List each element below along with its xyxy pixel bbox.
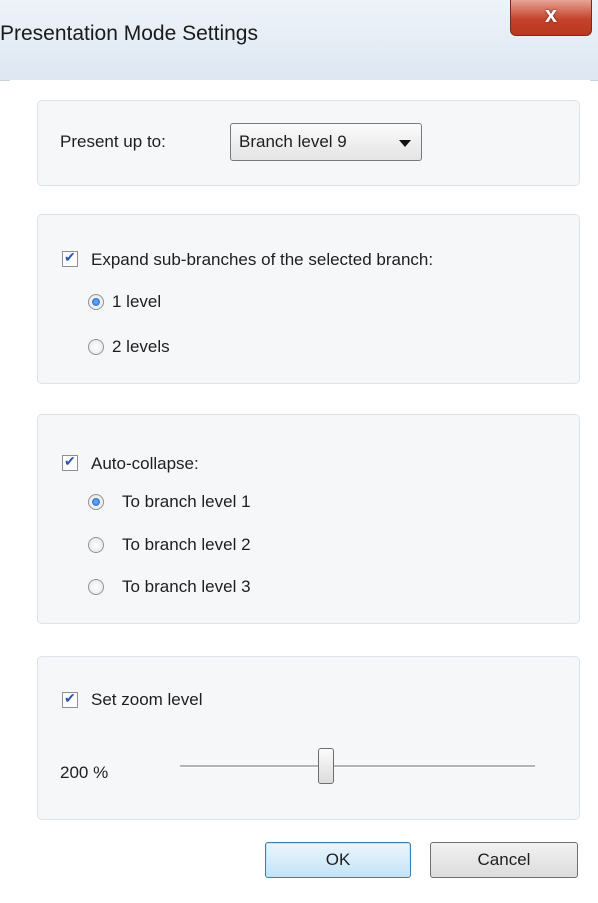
title-bar: Presentation Mode Settings x bbox=[0, 0, 598, 81]
present-label: Present up to: bbox=[60, 132, 166, 151]
expand-radio-1-level[interactable] bbox=[88, 294, 104, 310]
collapse-option-level-2: To branch level 2 bbox=[122, 535, 251, 554]
ok-button[interactable]: OK bbox=[265, 842, 411, 878]
auto-collapse-label: Auto-collapse: bbox=[91, 454, 199, 473]
collapse-radio-level-1[interactable] bbox=[88, 494, 104, 510]
cancel-button[interactable]: Cancel bbox=[430, 842, 578, 878]
collapse-radio-level-2[interactable] bbox=[88, 537, 104, 553]
branch-level-value: Branch level 9 bbox=[239, 132, 347, 151]
expand-option-2-levels: 2 levels bbox=[112, 337, 170, 356]
zoom-group bbox=[37, 656, 580, 820]
expand-label: Expand sub-branches of the selected bran… bbox=[91, 250, 434, 269]
close-icon: x bbox=[544, 2, 558, 27]
dialog-title: Presentation Mode Settings bbox=[0, 22, 258, 45]
zoom-label: Set zoom level bbox=[91, 690, 203, 709]
branch-level-select[interactable]: Branch level 9 bbox=[230, 123, 422, 161]
zoom-slider-thumb[interactable] bbox=[317, 748, 334, 784]
zoom-value: 200 % bbox=[60, 763, 109, 782]
expand-option-1-level: 1 level bbox=[112, 292, 162, 311]
collapse-radio-level-3[interactable] bbox=[88, 579, 104, 595]
collapse-option-level-3: To branch level 3 bbox=[122, 577, 251, 596]
zoom-slider-track[interactable] bbox=[180, 765, 535, 768]
collapse-option-level-1: To branch level 1 bbox=[122, 492, 251, 511]
chevron-down-icon bbox=[399, 140, 411, 147]
zoom-checkbox[interactable] bbox=[62, 690, 78, 708]
collapse-group bbox=[37, 414, 580, 624]
close-button[interactable]: x bbox=[510, 0, 592, 36]
expand-checkbox[interactable] bbox=[62, 249, 78, 267]
presentation-mode-dialog: Presentation Mode Settings x Present up … bbox=[0, 0, 598, 903]
expand-radio-2-levels[interactable] bbox=[88, 339, 104, 355]
auto-collapse-checkbox[interactable] bbox=[62, 453, 78, 471]
